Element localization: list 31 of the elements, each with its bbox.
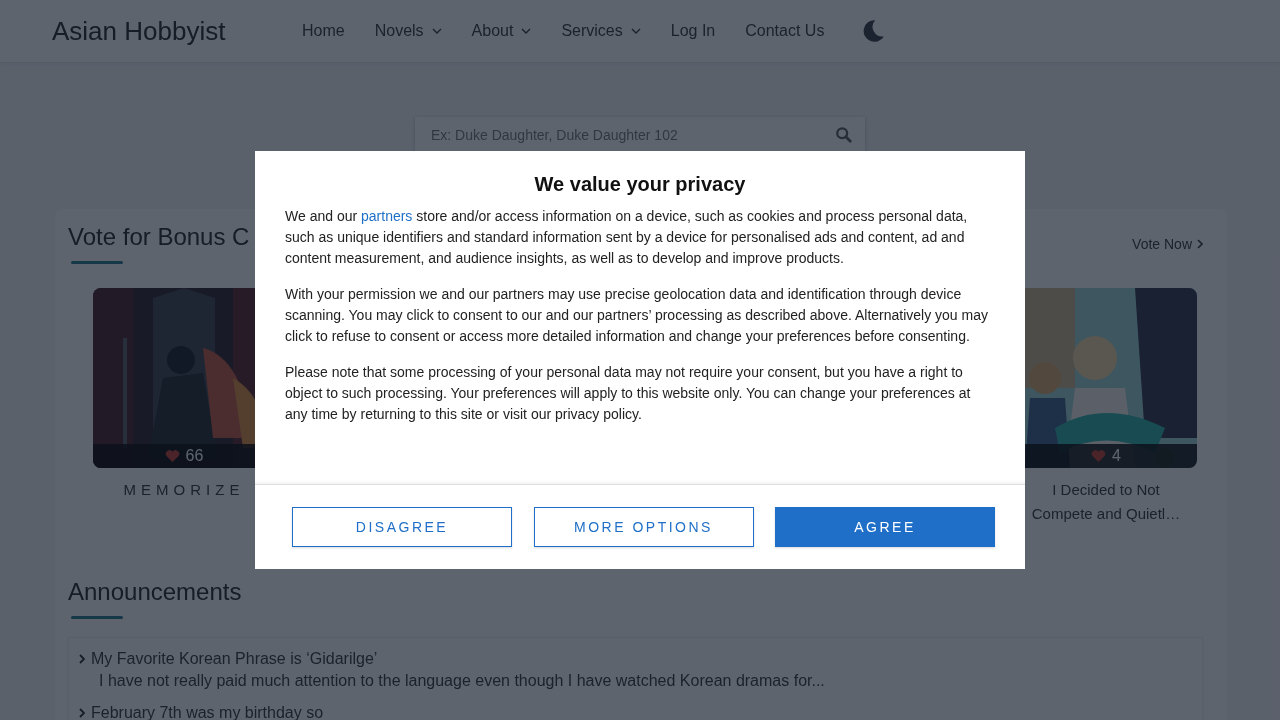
agree-button[interactable]: AGREE xyxy=(775,507,995,547)
novel-title[interactable]: I Decided to Not Compete and Quietl… xyxy=(1026,478,1186,526)
like-count: 66 xyxy=(185,447,204,465)
chevron-right-icon xyxy=(1197,239,1203,249)
partners-link[interactable]: partners xyxy=(361,208,413,224)
chevron-right-icon xyxy=(79,654,85,664)
nav-link[interactable]: Contact Us xyxy=(745,22,825,40)
chevron-down-icon xyxy=(431,28,442,34)
like-count: 4 xyxy=(1112,447,1121,465)
announcement-link[interactable]: My Favorite Korean Phrase is ‘Gidarilge’ xyxy=(79,650,378,668)
search-icon[interactable] xyxy=(835,126,853,144)
nav-link[interactable]: About xyxy=(471,22,532,40)
section-title: Announcements xyxy=(68,578,243,606)
consent-paragraph: We and our partners store and/or access information on a device, such as cookies and process personal data, such as unique identifiers and standard information sent by a device for personalised ads and content, ad and content measurement, and audience insights, as well as to develop and improve products. xyxy=(285,207,969,268)
dialog-title: We value your privacy xyxy=(533,173,747,196)
nav-link[interactable]: Log In xyxy=(670,22,716,40)
consent-button[interactable]: MORE OPTIONS xyxy=(533,507,754,547)
heart-icon[interactable] xyxy=(1091,449,1107,463)
chevron-down-icon xyxy=(521,28,532,34)
chevron-right-icon xyxy=(79,708,85,718)
consent-paragraph: Please note that some processing of your personal data may not require your consent, but you have a right to object to such processing. Your preferences will apply to this website only. You can change your preferences at any time by returning to this site or visit our privacy policy. xyxy=(285,363,972,424)
site-logo[interactable]: Asian Hobbyist xyxy=(52,15,302,47)
vote-now-link[interactable]: Vote Now xyxy=(1132,236,1203,252)
consent-button[interactable]: DISAGREE xyxy=(292,507,512,547)
heart-icon[interactable] xyxy=(164,449,180,463)
consent-paragraph: With your permission we and our partners may use precise geolocation data and identification through device scanning. You may click to consent to our and our partners’ processing as described above. Alternatively you may click to refuse to consent or access more detailed information and change your preferences before consenting. xyxy=(285,285,989,346)
nav-link[interactable]: Novels xyxy=(374,22,442,40)
section-title: Vote for Bonus C xyxy=(68,223,250,251)
chevron-down-icon xyxy=(630,28,641,34)
nav-link[interactable]: Home xyxy=(302,22,345,40)
nav-link[interactable]: Services xyxy=(561,22,641,40)
